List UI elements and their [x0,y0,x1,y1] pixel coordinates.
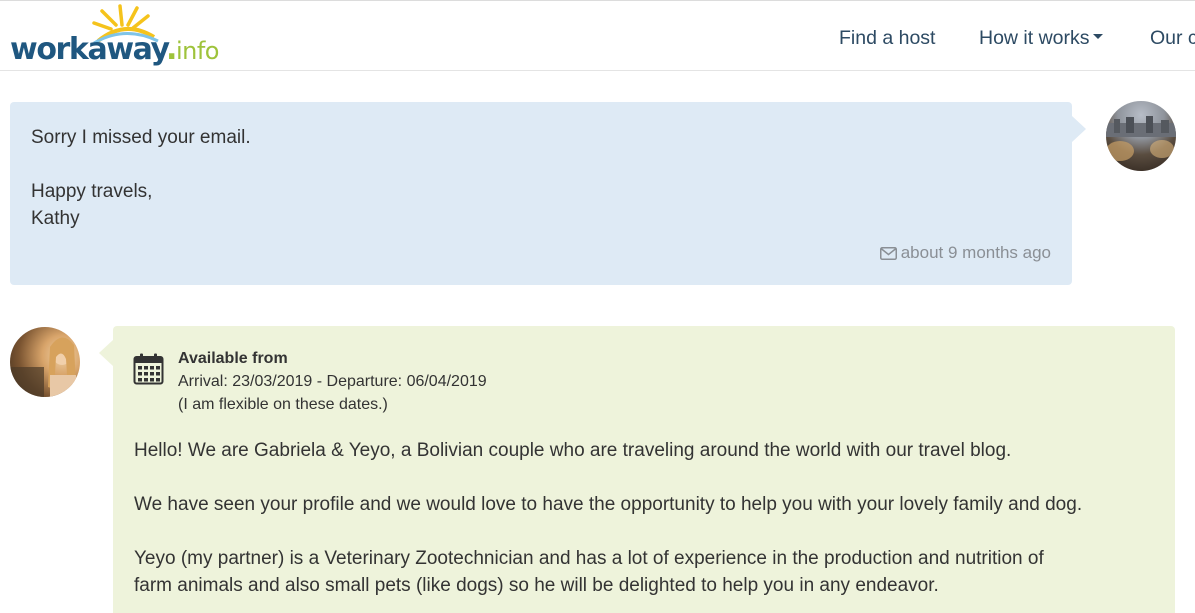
avatar-gabriela[interactable] [10,327,80,397]
avatar-kathy[interactable] [1106,101,1176,171]
caret-down-icon [1092,34,1103,40]
message-body: Hello! We are Gabriela & Yeyo, a Bolivia… [134,437,1082,599]
availability-block: Available from Arrival: 23/03/2019 - Dep… [178,347,487,416]
page: workaway.info Find a host How it works O… [0,0,1195,613]
nav-our[interactable]: Our c [1150,25,1195,51]
message-body: Sorry I missed your email. Happy travels… [31,124,251,232]
message-line: Happy travels, [31,181,153,202]
message-line [134,464,1082,491]
message-line [31,151,251,178]
message-timestamp: about 9 months ago [879,243,1051,263]
workaway-logo[interactable]: workaway.info [10,3,220,69]
message-bubble-kathy: Sorry I missed your email. Happy travels… [10,102,1086,285]
message-line [134,518,1082,545]
message-line: Hello! We are Gabriela & Yeyo, a Bolivia… [134,440,1012,461]
availability-dates: Arrival: 23/03/2019 - Departure: 06/04/2… [178,373,487,390]
logo-wordmark: workaway.info [10,32,219,67]
message-line: Sorry I missed your email. [31,127,251,148]
message-line: We have seen your profile and we would l… [134,494,1083,515]
site-header: workaway.info Find a host How it works O… [0,0,1195,71]
message-line: Yeyo (my partner) is a Veterinary Zootec… [134,548,1044,569]
avatar-photo [1106,116,1176,161]
message-line: Kathy [31,208,80,229]
message-bubble-gabriela: Available from Arrival: 23/03/2019 - Dep… [99,326,1175,613]
nav-how-it-works[interactable]: How it works [979,25,1103,51]
nav-find-a-host[interactable]: Find a host [839,25,935,51]
availability-title: Available from [178,350,288,367]
calendar-icon [133,353,164,385]
availability-note: (I am flexible on these dates.) [178,396,388,413]
envelope-icon [879,246,897,260]
avatar-photo [10,337,76,397]
message-line: farm animals and also small pets (like d… [134,575,939,596]
